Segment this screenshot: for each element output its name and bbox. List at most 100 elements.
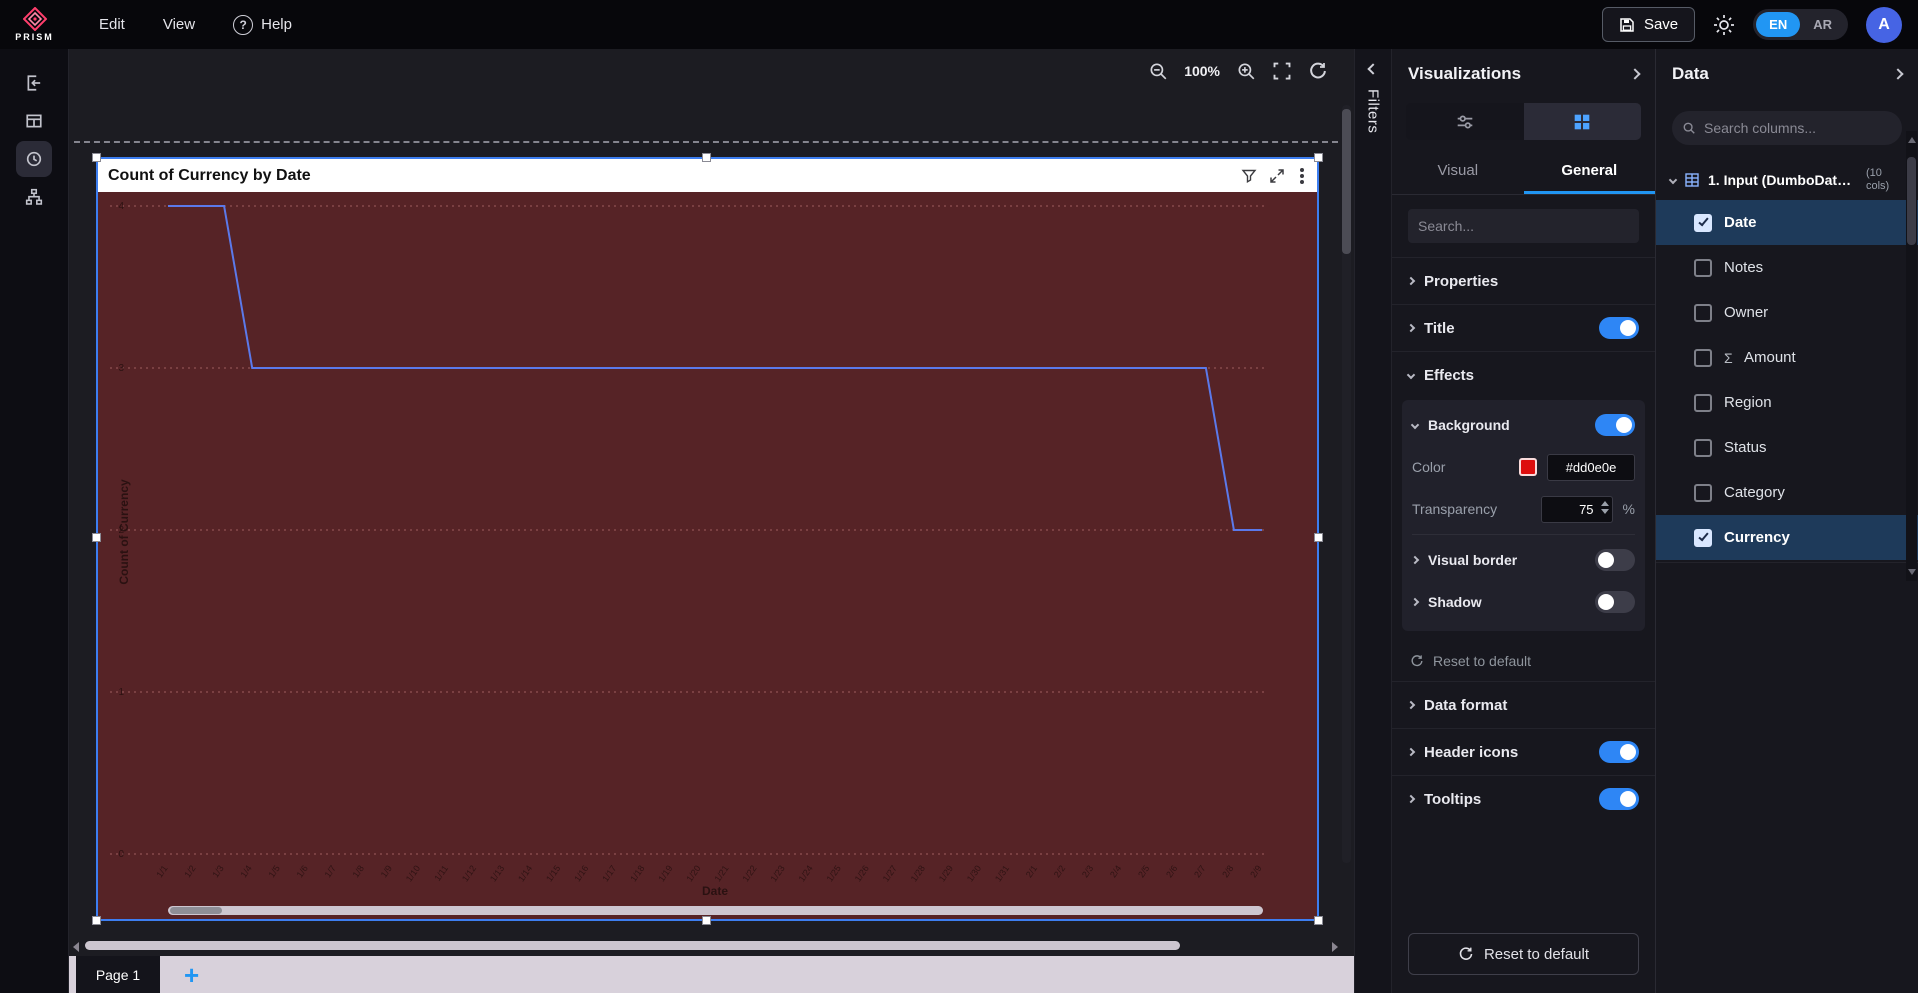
resize-handle-bottom-right[interactable] bbox=[1314, 916, 1323, 925]
resize-handle-bottom-left[interactable] bbox=[92, 916, 101, 925]
menu-view[interactable]: View bbox=[163, 16, 195, 33]
canvas-vertical-scrollbar-thumb[interactable] bbox=[1342, 109, 1351, 254]
table-icon bbox=[1684, 172, 1700, 188]
background-color-input[interactable] bbox=[1547, 454, 1635, 481]
fields-scrollbar-thumb[interactable] bbox=[1907, 157, 1916, 245]
canvas-horizontal-scrollbar-thumb[interactable] bbox=[85, 941, 1180, 950]
table-view-icon[interactable] bbox=[16, 103, 52, 139]
section-data-format[interactable]: Data format bbox=[1392, 681, 1655, 728]
field-row-amount[interactable]: ΣAmount bbox=[1656, 335, 1918, 380]
fit-to-screen-icon[interactable] bbox=[1272, 61, 1292, 81]
zoom-out-icon[interactable] bbox=[1148, 61, 1168, 81]
zoom-in-icon[interactable] bbox=[1236, 61, 1256, 81]
scroll-left-arrow[interactable] bbox=[73, 942, 79, 952]
transparency-row: Transparency % bbox=[1412, 488, 1635, 530]
scroll-right-arrow[interactable] bbox=[1332, 942, 1338, 952]
reset-effects-label: Reset to default bbox=[1433, 653, 1531, 669]
field-row-date[interactable]: Date bbox=[1656, 200, 1918, 245]
shadow-row[interactable]: Shadow bbox=[1412, 581, 1635, 623]
title-toggle[interactable] bbox=[1599, 317, 1639, 339]
lang-ar-button[interactable]: AR bbox=[1800, 12, 1845, 37]
background-color-swatch[interactable] bbox=[1519, 458, 1537, 476]
field-row-region[interactable]: Region bbox=[1656, 380, 1918, 425]
chart-visual[interactable]: Count of Currency by Date 012341/11 bbox=[96, 157, 1319, 921]
field-label: Notes bbox=[1724, 259, 1763, 276]
flow-schema-icon[interactable] bbox=[16, 179, 52, 215]
field-row-category[interactable]: Category bbox=[1656, 470, 1918, 515]
shadow-toggle[interactable] bbox=[1595, 591, 1635, 613]
section-effects[interactable]: Effects bbox=[1392, 351, 1655, 398]
resize-handle-bottom-center[interactable] bbox=[702, 916, 711, 925]
chart-horizontal-scrollbar[interactable] bbox=[168, 906, 1263, 915]
exit-editor-icon[interactable] bbox=[16, 65, 52, 101]
field-checkbox[interactable] bbox=[1694, 214, 1712, 232]
transparency-spinner[interactable] bbox=[1601, 501, 1609, 514]
reset-zoom-icon[interactable] bbox=[1308, 61, 1328, 81]
filter-icon[interactable] bbox=[1241, 168, 1257, 184]
page-tab-1[interactable]: Page 1 bbox=[76, 956, 160, 993]
section-header-icons[interactable]: Header icons bbox=[1392, 728, 1655, 775]
collapse-visualizations-icon[interactable] bbox=[1629, 68, 1640, 79]
save-icon bbox=[1619, 17, 1635, 33]
help-icon: ? bbox=[233, 15, 253, 35]
svg-text:1/22: 1/22 bbox=[740, 863, 758, 883]
field-checkbox[interactable] bbox=[1694, 484, 1712, 502]
save-button[interactable]: Save bbox=[1602, 7, 1695, 42]
format-search-input[interactable] bbox=[1418, 218, 1629, 234]
avatar[interactable]: A bbox=[1866, 7, 1902, 43]
tooltips-toggle[interactable] bbox=[1599, 788, 1639, 810]
columns-search-input[interactable] bbox=[1704, 120, 1892, 136]
tab-visual[interactable]: Visual bbox=[1392, 150, 1524, 194]
table-tree-row[interactable]: 1. Input (DumboData.... (10 cols) bbox=[1656, 159, 1918, 200]
menu-edit[interactable]: Edit bbox=[99, 16, 125, 33]
field-checkbox[interactable] bbox=[1694, 349, 1712, 367]
filters-expand-icon[interactable] bbox=[1367, 63, 1378, 74]
history-clock-icon[interactable] bbox=[16, 141, 52, 177]
report-canvas[interactable]: 100% Count of Currency by Date bbox=[69, 49, 1354, 993]
visual-border-row[interactable]: Visual border bbox=[1412, 539, 1635, 581]
resize-handle-top-left[interactable] bbox=[92, 153, 101, 162]
resize-handle-top-right[interactable] bbox=[1314, 153, 1323, 162]
tab-general[interactable]: General bbox=[1524, 150, 1656, 194]
field-checkbox[interactable] bbox=[1694, 259, 1712, 277]
chart-scrollbar-thumb[interactable] bbox=[170, 907, 222, 914]
background-row[interactable]: Background bbox=[1412, 404, 1635, 446]
field-checkbox[interactable] bbox=[1694, 529, 1712, 547]
field-row-status[interactable]: Status bbox=[1656, 425, 1918, 470]
section-tooltips[interactable]: Tooltips bbox=[1392, 775, 1655, 822]
scroll-up-arrow[interactable] bbox=[1908, 137, 1916, 143]
section-properties[interactable]: Properties bbox=[1392, 257, 1655, 304]
section-title[interactable]: Title bbox=[1392, 304, 1655, 351]
reset-to-default-button[interactable]: Reset to default bbox=[1408, 933, 1639, 975]
theme-toggle-icon[interactable] bbox=[1713, 14, 1735, 36]
build-visual-tab[interactable] bbox=[1406, 103, 1524, 140]
resize-handle-top-center[interactable] bbox=[702, 153, 711, 162]
more-options-icon[interactable] bbox=[1297, 174, 1307, 178]
brand-logo: PRISM bbox=[0, 7, 69, 42]
field-checkbox[interactable] bbox=[1694, 439, 1712, 457]
resize-handle-middle-left[interactable] bbox=[92, 533, 101, 542]
add-page-button[interactable]: + bbox=[184, 962, 199, 988]
chart-plot-area[interactable]: 012341/11/21/31/41/51/61/71/81/91/101/11… bbox=[98, 192, 1317, 919]
focus-mode-icon[interactable] bbox=[1269, 168, 1285, 184]
resize-handle-middle-right[interactable] bbox=[1314, 533, 1323, 542]
field-checkbox[interactable] bbox=[1694, 394, 1712, 412]
visual-border-toggle[interactable] bbox=[1595, 549, 1635, 571]
field-row-currency[interactable]: Currency bbox=[1656, 515, 1918, 560]
lang-en-button[interactable]: EN bbox=[1756, 12, 1800, 37]
table-expand-icon[interactable] bbox=[1669, 175, 1677, 183]
reset-effects-link[interactable]: Reset to default bbox=[1392, 641, 1655, 681]
collapse-data-icon[interactable] bbox=[1892, 68, 1903, 79]
format-visual-tab[interactable] bbox=[1524, 103, 1642, 140]
background-toggle[interactable] bbox=[1595, 414, 1635, 436]
filters-collapsed-panel[interactable]: Filters bbox=[1354, 49, 1392, 993]
canvas-horizontal-scrollbar[interactable] bbox=[73, 940, 1338, 951]
scroll-down-arrow[interactable] bbox=[1908, 569, 1916, 575]
field-row-notes[interactable]: Notes bbox=[1656, 245, 1918, 290]
header-icons-toggle[interactable] bbox=[1599, 741, 1639, 763]
field-row-owner[interactable]: Owner bbox=[1656, 290, 1918, 335]
field-checkbox[interactable] bbox=[1694, 304, 1712, 322]
canvas-vertical-scrollbar[interactable] bbox=[1342, 105, 1351, 863]
menu-help[interactable]: ? Help bbox=[233, 15, 292, 35]
fields-scrollbar[interactable] bbox=[1906, 131, 1917, 581]
